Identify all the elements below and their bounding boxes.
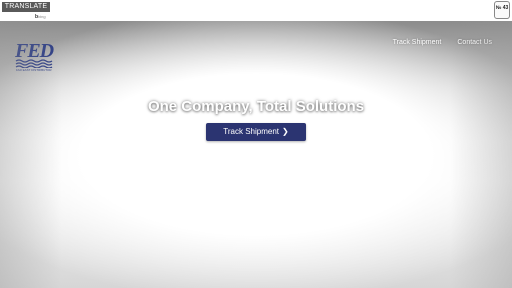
track-shipment-button[interactable]: Track Shipment ❯ [206, 123, 306, 141]
logo-text: FED [15, 40, 54, 62]
translate-widget: TRANSLATE bbing [2, 2, 50, 20]
bing-credit: bbing [35, 14, 46, 20]
track-shipment-button-label: Track Shipment [223, 127, 280, 136]
bing-credit-label: bing [38, 14, 46, 19]
badge-icon[interactable]: № 43 [494, 1, 510, 19]
hero-section: FED FAR EAST DISTRIBUTOR Track Shipment … [0, 21, 512, 288]
main-nav: Track Shipment Contact Us [393, 39, 492, 46]
logo-tagline: FAR EAST DISTRIBUTOR [16, 68, 52, 72]
chevron-right-icon: ❯ [282, 127, 289, 136]
nav-item-contact-us[interactable]: Contact Us [457, 39, 492, 46]
top-bar: TRANSLATE bbing № 43 [0, 0, 512, 21]
hero-headline: One Company, Total Solutions [147, 98, 365, 115]
translate-button[interactable]: TRANSLATE [2, 2, 50, 12]
badge-label: № 43 [495, 5, 509, 11]
site-logo[interactable]: FED FAR EAST DISTRIBUTOR [15, 40, 55, 72]
nav-item-track-shipment[interactable]: Track Shipment [393, 39, 442, 46]
logo-waves-icon [15, 59, 53, 68]
